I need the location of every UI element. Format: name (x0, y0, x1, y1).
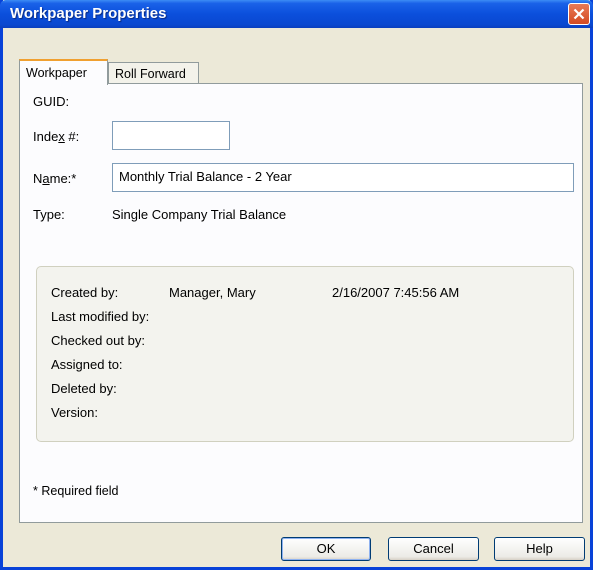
dialog-window: Workpaper Properties Workpaper Roll Forw… (0, 0, 593, 570)
close-button[interactable] (568, 3, 590, 25)
close-icon (573, 8, 585, 20)
type-value: Single Company Trial Balance (112, 207, 287, 222)
created-by-value: Manager, Mary (169, 285, 256, 300)
type-label: Type: (33, 207, 65, 222)
window-title: Workpaper Properties (10, 5, 167, 22)
title-bar[interactable]: Workpaper Properties (0, 0, 593, 28)
index-input[interactable] (112, 121, 230, 150)
workpaper-tab-panel: GUID: Index #: Name:* Monthly Trial Bala… (19, 83, 583, 523)
created-by-label: Created by: (51, 285, 119, 300)
help-button[interactable]: Help (494, 537, 585, 561)
guid-label: GUID: (33, 94, 70, 109)
tab-roll-forward[interactable]: Roll Forward (108, 62, 199, 84)
name-label: Name:* (33, 171, 77, 186)
last-modified-label: Last modified by: (51, 309, 150, 324)
cancel-button[interactable]: Cancel (388, 537, 479, 561)
assigned-to-label: Assigned to: (51, 357, 123, 372)
required-field-note: * Required field (33, 484, 119, 498)
ok-button[interactable]: OK (281, 537, 371, 561)
audit-info-group: Created by: Manager, Mary 2/16/2007 7:45… (36, 266, 574, 442)
checked-out-label: Checked out by: (51, 333, 145, 348)
index-label: Index #: (33, 129, 80, 144)
tab-workpaper[interactable]: Workpaper (19, 59, 108, 85)
deleted-by-label: Deleted by: (51, 381, 117, 396)
created-date-value: 2/16/2007 7:45:56 AM (332, 285, 460, 300)
name-input[interactable]: Monthly Trial Balance - 2 Year (112, 163, 574, 192)
version-label: Version: (51, 405, 98, 420)
